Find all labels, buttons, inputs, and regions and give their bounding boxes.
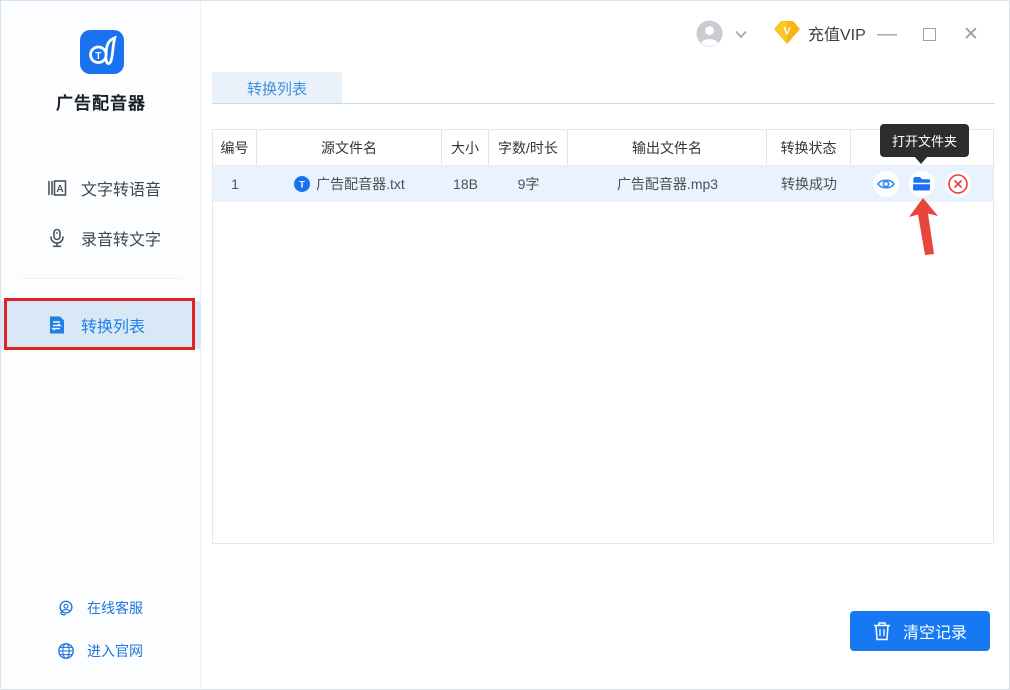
sidebar-item-label: 转换列表 — [81, 313, 145, 337]
red-arrow-annotation — [906, 197, 946, 257]
customer-service-icon — [57, 599, 75, 617]
col-header-status: 转换状态 — [767, 130, 851, 165]
sidebar-link-label: 在线客服 — [87, 598, 143, 618]
col-header-index: 编号 — [213, 130, 257, 165]
conversion-list-icon — [47, 315, 67, 335]
tab-conversion-list[interactable]: 转换列表 — [212, 72, 342, 104]
svg-text:A: A — [56, 184, 63, 195]
app-logo-icon: T — [79, 30, 125, 74]
col-header-source-file: 源文件名 — [257, 130, 442, 165]
sidebar-item-conversion-list[interactable]: 转换列表 — [1, 301, 201, 349]
app-window: T 广告配音器 A 文字转语音 录音转文字 — [0, 0, 1010, 690]
cell-word-count: 9字 — [489, 166, 568, 202]
chevron-down-icon[interactable] — [734, 28, 748, 40]
tab-underline — [212, 103, 995, 104]
sidebar-link-customer-service[interactable]: 在线客服 — [1, 592, 201, 624]
col-header-output-file: 输出文件名 — [568, 130, 767, 165]
tooltip-caret — [914, 156, 928, 164]
sidebar-link-label: 进入官网 — [87, 641, 143, 661]
file-type-icon: T — [294, 176, 310, 192]
sidebar-link-official-site[interactable]: 进入官网 — [1, 635, 201, 667]
open-folder-button[interactable] — [909, 171, 935, 197]
sidebar-item-speech-to-text[interactable]: 录音转文字 — [1, 216, 201, 260]
trash-icon — [873, 621, 891, 641]
sidebar-item-label: 录音转文字 — [81, 226, 161, 250]
cell-status: 转换成功 — [767, 166, 851, 202]
speech-to-text-icon — [47, 228, 67, 248]
app-title: 广告配音器 — [1, 89, 201, 114]
clear-records-label: 清空记录 — [903, 619, 967, 643]
recharge-vip-button[interactable]: V 充值VIP — [773, 19, 866, 46]
sidebar: T 广告配音器 A 文字转语音 录音转文字 — [1, 1, 201, 689]
cell-index: 1 — [213, 166, 257, 202]
col-header-size: 大小 — [442, 130, 489, 165]
vip-badge-icon: V — [773, 19, 801, 46]
sidebar-item-label: 文字转语音 — [81, 176, 161, 200]
svg-text:V: V — [783, 26, 791, 38]
globe-icon — [57, 642, 75, 660]
preview-eye-icon — [876, 174, 896, 194]
cell-size: 18B — [442, 166, 489, 202]
cell-source-file: T 广告配音器.txt — [257, 166, 442, 202]
table-row: 1 T 广告配音器.txt 18B 9字 广告配音器.mp3 转换成功 — [213, 166, 993, 202]
minimize-button[interactable]: — — [874, 21, 900, 47]
open-folder-icon — [911, 173, 933, 195]
preview-button[interactable] — [873, 171, 899, 197]
maximize-icon — [923, 28, 936, 41]
svg-text:T: T — [299, 180, 305, 190]
vip-label: 充值VIP — [808, 21, 866, 45]
delete-icon — [947, 173, 969, 195]
close-button[interactable]: ✕ — [958, 21, 984, 47]
table-header-row: 编号 源文件名 大小 字数/时长 输出文件名 转换状态 — [213, 130, 993, 166]
conversion-table-panel: 编号 源文件名 大小 字数/时长 输出文件名 转换状态 1 T 广告配音器.tx… — [212, 129, 994, 544]
col-header-word-count: 字数/时长 — [489, 130, 568, 165]
clear-records-button[interactable]: 清空记录 — [850, 611, 990, 651]
open-folder-tooltip: 打开文件夹 — [880, 124, 969, 157]
user-avatar[interactable] — [696, 20, 723, 47]
sidebar-item-text-to-speech[interactable]: A 文字转语音 — [1, 166, 201, 210]
source-file-name: 广告配音器.txt — [316, 174, 405, 194]
svg-text:T: T — [95, 51, 102, 62]
text-to-speech-icon: A — [47, 178, 67, 198]
sidebar-divider — [21, 278, 181, 279]
maximize-button[interactable] — [916, 21, 942, 47]
cell-output-file: 广告配音器.mp3 — [568, 166, 767, 202]
delete-row-button[interactable] — [945, 171, 971, 197]
